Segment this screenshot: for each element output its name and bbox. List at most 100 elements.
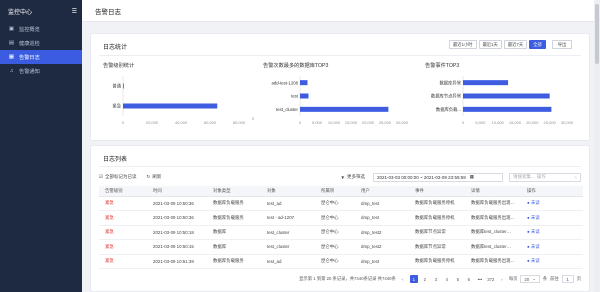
refresh-label: 刷新	[152, 174, 162, 179]
page-number[interactable]: 2	[421, 275, 429, 283]
page-number[interactable]: 5	[454, 275, 462, 283]
cell-time: 2021-03-09 10:50:36	[147, 196, 207, 211]
cell-user: dmp_test2	[355, 225, 409, 240]
column-header[interactable]: 对象	[261, 186, 315, 197]
sidebar-item-alarm-notify[interactable]: ♫ 告警通知	[0, 64, 82, 78]
range-all-button[interactable]: 全部	[529, 40, 546, 49]
table-row[interactable]: 紧急 2021-03-09 10:50:15 数据库 test_cluster 昆仑中心…	[99, 239, 583, 255]
bar	[300, 106, 389, 112]
bar	[300, 80, 308, 86]
x-tick-label: 5,000	[312, 120, 323, 125]
mark-read-link[interactable]: 未读	[531, 258, 540, 263]
cell-level: 紧急	[99, 196, 147, 211]
page-number[interactable]: 3	[432, 275, 440, 283]
cell-op[interactable]: ● 未读	[521, 210, 583, 226]
column-header[interactable]: 告警级别	[99, 186, 147, 197]
chevron-down-icon: ⌄	[532, 276, 536, 281]
sidebar-item-label: 健康巡检	[19, 40, 40, 47]
x-tick-label: 15,000	[509, 120, 522, 125]
range-1h-button[interactable]: 最近1小时	[449, 40, 477, 49]
bar	[300, 93, 309, 99]
page-number[interactable]: 6	[465, 275, 473, 283]
category-label: 紧急	[112, 103, 121, 109]
table-row[interactable]: 紧急 2021-03-09 10:50:18 数据库 test_cluster 昆仑中心…	[99, 225, 583, 240]
mark-all-read-label: 全部标记为已读	[105, 174, 137, 179]
x-tick-label: 20,000	[362, 120, 375, 125]
refresh-button[interactable]: ↻ 刷新	[147, 174, 162, 180]
cell-op[interactable]: ● 未读	[521, 254, 583, 269]
range-7d-button[interactable]: 最近7天	[503, 40, 528, 49]
page-size-select[interactable]: 20 ⌄	[520, 275, 540, 283]
cell-op[interactable]: ● 未读	[521, 225, 583, 240]
cell-time: 2021-03-09 10:50:18	[147, 225, 207, 240]
calendar-icon: ▦	[469, 174, 474, 179]
date-range-picker[interactable]: 2021-03-03 00:00:00 ~ 2021-03-09 23:59:5…	[373, 172, 503, 182]
per-page-suffix: 条	[542, 276, 548, 281]
cell-user: dmp_test	[355, 196, 409, 211]
mark-read-link[interactable]: 未读	[531, 229, 540, 234]
page-ellipsis[interactable]: •••	[476, 275, 484, 283]
divider	[99, 166, 581, 167]
column-header[interactable]: 事件	[409, 186, 465, 197]
next-page-button[interactable]: ›	[498, 275, 506, 283]
cell-event: 数据库节点异常	[409, 225, 465, 240]
column-header[interactable]: 所属项	[315, 186, 355, 197]
mark-all-read-button[interactable]: ☑ 全部标记为已读	[99, 174, 137, 180]
cell-time: 2021-03-09 10:50:36	[147, 210, 207, 226]
more-filters-button[interactable]: ▼ 更多筛选	[341, 174, 365, 180]
mark-read-link[interactable]: 未读	[531, 200, 540, 205]
cell-event: 数据库负载服务停机	[409, 210, 465, 226]
range-1d-button[interactable]: 最近1天	[478, 40, 502, 49]
page-number[interactable]: 4	[443, 275, 451, 283]
sidebar-item-health-check[interactable]: ▤ 健康巡检	[0, 36, 82, 50]
column-header[interactable]: 对象类型	[207, 186, 261, 197]
cell-user: dmp_test	[355, 210, 409, 226]
app-brand: 监控中心 ☰	[0, 0, 82, 22]
cell-event: 数据库负载服务停机	[409, 254, 465, 269]
cell-op[interactable]: ● 未读	[521, 239, 583, 255]
cell-type: 数据库负载服务	[207, 196, 261, 211]
category-label: 普通	[112, 83, 121, 90]
table-row[interactable]: 紧急 2021-03-09 10:50:36 数据库负载服务 test_ad 昆仑中心 d…	[99, 196, 583, 211]
stats-panel: 日志统计 最近1小时 最近1天 最近7天 全部 导出 告警级别统计 告警次数最多…	[90, 33, 590, 141]
page-number[interactable]: 1	[409, 275, 418, 283]
bell-icon: ♫	[9, 68, 14, 74]
cell-op[interactable]: ● 未读	[521, 196, 583, 211]
x-tick-label: 80,000	[233, 120, 246, 125]
column-header[interactable]: 时间	[147, 186, 207, 197]
table-row[interactable]: 紧急 2021-03-09 10:50:36 数据库负载服务 test - ad-12…	[99, 210, 583, 226]
divider	[99, 55, 581, 56]
cell-detail: 数据库负载服务出现…	[465, 210, 521, 226]
page-scrollbar[interactable]	[594, 0, 600, 292]
x-tick-label: 30,000	[561, 120, 574, 125]
bar	[463, 80, 509, 86]
column-header[interactable]: 详情	[465, 186, 521, 197]
x-tick-label: 20,000	[146, 120, 159, 125]
chart-title-event-top3: 告警事件TOP3	[425, 63, 460, 69]
menu-fold-icon[interactable]: ☰	[72, 8, 77, 15]
per-page-prefix: 每页	[508, 276, 518, 281]
sidebar-item-label: 告警日志	[19, 54, 40, 61]
page-number[interactable]: 372	[487, 275, 495, 283]
scroll-thumb[interactable]	[595, 4, 599, 64]
search-input[interactable]: 请搜索集… 操作 ○	[509, 172, 581, 182]
sidebar-item-monitor-overview[interactable]: ▣ 监控概览	[0, 22, 82, 36]
cell-type: 数据库	[207, 239, 261, 255]
x-tick-label: 25,000	[544, 120, 557, 125]
export-button[interactable]: 导出	[551, 40, 573, 49]
prev-page-button[interactable]: ‹	[399, 275, 407, 283]
goto-page-input[interactable]: 1	[561, 275, 574, 283]
cell-site: 昆仑中心	[315, 196, 355, 211]
table-row[interactable]: 紧急 2021-03-09 10:51:39 数据库负载服务 test_ad 昆仑中心 d…	[99, 254, 583, 269]
mark-read-link[interactable]: 未读	[531, 215, 540, 220]
cell-site: 昆仑中心	[315, 225, 355, 240]
search-icon[interactable]: ○	[574, 175, 577, 180]
cell-object: test_cluster	[261, 239, 315, 255]
column-header[interactable]: 用户	[355, 186, 409, 197]
list-toolbar: ☑ 全部标记为已读 ↻ 刷新 ▼ 更多筛选 2021-03-03 00:00:0…	[99, 171, 581, 183]
pagination-summary: 显示第 1 到第 20 条记录，共7440条记录 共7440条	[299, 276, 396, 281]
mark-read-link[interactable]: 未读	[531, 244, 540, 249]
page-suffix: 页	[576, 276, 581, 281]
sidebar-item-alarm-log[interactable]: ▦ 告警日志	[0, 50, 82, 64]
cell-user: dmp_test2	[355, 239, 409, 255]
